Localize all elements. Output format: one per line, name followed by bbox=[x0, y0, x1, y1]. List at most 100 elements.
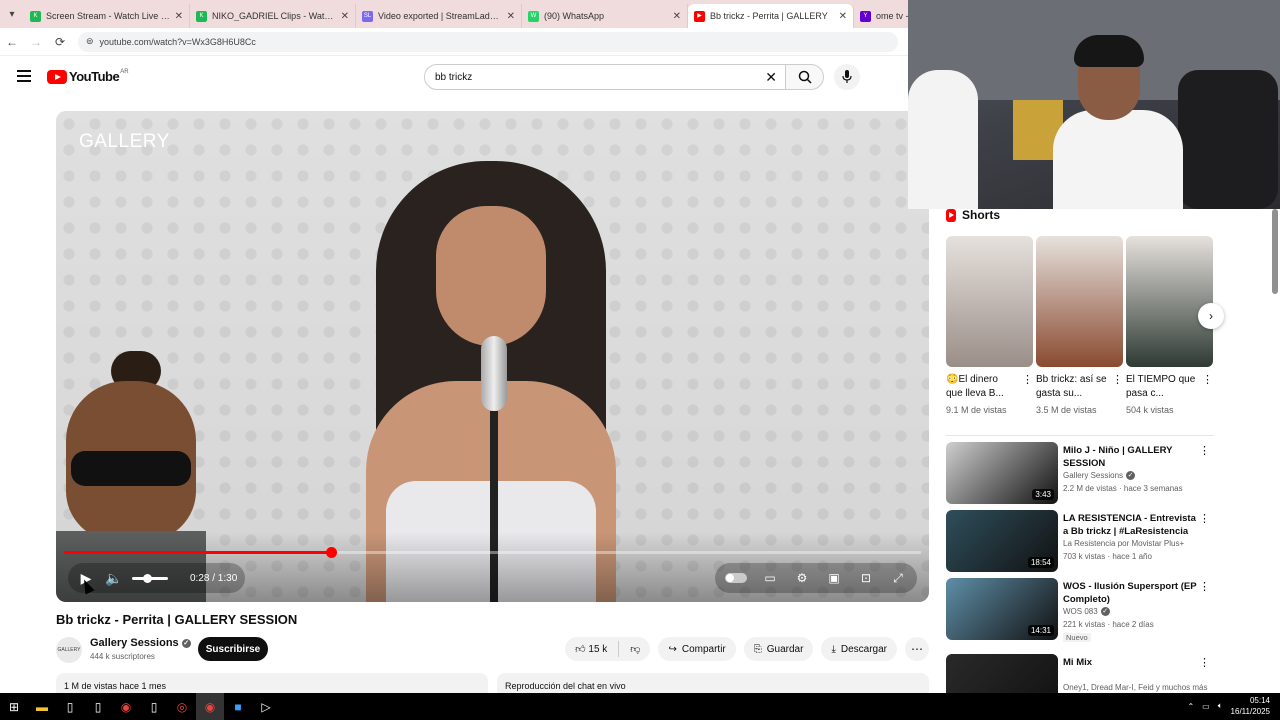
dislike-button[interactable]: 👎︎ bbox=[630, 643, 640, 655]
media-player-icon[interactable]: ▷ bbox=[252, 693, 280, 720]
video-thumbnail[interactable]: 18:54 bbox=[946, 510, 1058, 572]
search-button[interactable] bbox=[786, 64, 824, 90]
video-more-icon[interactable]: ⋮ bbox=[1199, 444, 1210, 457]
tab-close-icon[interactable]: ✕ bbox=[673, 11, 681, 22]
browser-tab[interactable]: K Screen Stream - Watch Live on ✕ bbox=[24, 4, 190, 28]
page-scrollbar[interactable] bbox=[1272, 209, 1278, 294]
chrome-icon[interactable]: ◉ bbox=[112, 693, 140, 720]
short-thumbnail[interactable] bbox=[946, 236, 1033, 367]
clock[interactable]: 05:14 16/11/2025 bbox=[1231, 695, 1270, 717]
tab-search-chevron-icon[interactable]: ▾ bbox=[0, 0, 24, 28]
voice-search-button[interactable] bbox=[834, 64, 860, 90]
share-arrow-icon: ↪ bbox=[668, 643, 677, 655]
miniplayer-icon[interactable]: ▣ bbox=[825, 571, 843, 585]
divider bbox=[946, 435, 1214, 436]
url-field[interactable]: ⊜ youtube.com/watch?v=Wx3G8H6U8Cc bbox=[78, 31, 898, 52]
search-input[interactable]: bb trickz ✕ bbox=[424, 64, 786, 90]
progress-bar[interactable] bbox=[64, 547, 921, 558]
verified-check-icon: ✓ bbox=[1100, 607, 1110, 617]
tab-close-icon[interactable]: ✕ bbox=[839, 11, 847, 22]
short-thumbnail[interactable] bbox=[1036, 236, 1123, 367]
share-button[interactable]: ↪ Compartir bbox=[658, 637, 736, 661]
short-thumbnail[interactable] bbox=[1126, 236, 1213, 367]
like-dislike-group: 👍︎ 15 k 👎︎ bbox=[565, 637, 651, 661]
recommended-video[interactable]: 18:54 LA RESISTENCIA - Entrevista a Bb t… bbox=[946, 510, 1216, 572]
download-button[interactable]: ⤓ Descargar bbox=[821, 637, 897, 661]
video-actions: 👍︎ 15 k 👎︎ ↪ Compartir ⎘ Guardar ⤓ Descarga… bbox=[565, 637, 929, 661]
volume-slider[interactable] bbox=[132, 573, 168, 583]
like-button[interactable]: 👍︎ 15 k bbox=[575, 643, 607, 655]
channel-avatar[interactable]: GALLERY bbox=[56, 637, 82, 663]
progress-scrubber[interactable] bbox=[325, 547, 337, 558]
document-icon[interactable]: ▯ bbox=[140, 693, 168, 720]
youtube-logo-text: YouTube bbox=[69, 69, 120, 84]
tab-close-icon[interactable]: ✕ bbox=[507, 11, 515, 22]
video-meta: 221 k vistas · hace 2 días bbox=[1063, 620, 1154, 629]
recommended-video[interactable]: 14:31 WOS - Ilusión Supersport (EP Compl… bbox=[946, 578, 1216, 642]
shorts-shelf: 😳El dinero que lleva B... ⋮ 9.1 M de vist… bbox=[946, 236, 1213, 415]
volume-tray-icon[interactable]: 🔈︎ bbox=[1218, 701, 1223, 711]
browser-tab[interactable]: K NIKO_GADRIEL Clips - Watch Li ✕ bbox=[190, 4, 356, 28]
short-item[interactable]: 😳El dinero que lleva B... ⋮ 9.1 M de vist… bbox=[946, 236, 1033, 415]
autoplay-toggle[interactable] bbox=[725, 573, 747, 583]
verified-check-icon: ✓ bbox=[181, 638, 191, 648]
fullscreen-icon[interactable]: ⤢ bbox=[889, 571, 907, 586]
video-player[interactable]: GALLERY ▶ 🔈 0:28 / 1:30 ▭ ⚙ ▣ ⊡ ⤢ bbox=[56, 111, 929, 602]
description-box[interactable]: 1 M de vistas hace 1 mes bbox=[56, 673, 488, 693]
save-button[interactable]: ⎘ Guardar bbox=[743, 637, 814, 661]
short-views: 3.5 M de vistas bbox=[1036, 405, 1097, 415]
video-more-icon[interactable]: ⋮ bbox=[1199, 580, 1210, 593]
browser-tab[interactable]: SL Video exported | StreamLadder ✕ bbox=[356, 4, 522, 28]
document-icon[interactable]: ▯ bbox=[56, 693, 84, 720]
clock-time: 05:14 bbox=[1249, 696, 1270, 705]
settings-gear-icon[interactable]: ⚙ bbox=[793, 571, 811, 585]
video-thumbnail[interactable]: 3:43 bbox=[946, 442, 1058, 504]
back-arrow-icon[interactable]: ← bbox=[0, 35, 24, 49]
document-icon[interactable]: ▯ bbox=[84, 693, 112, 720]
short-more-icon[interactable]: ⋮ bbox=[1202, 373, 1213, 387]
short-item[interactable]: El TIEMPO que pasa c... ⋮ 504 k vistas bbox=[1126, 236, 1213, 415]
youtube-logo[interactable]: YouTube AR bbox=[47, 69, 129, 84]
subtitles-icon[interactable]: ▭ bbox=[761, 571, 779, 585]
video-thumbnail[interactable]: 14:31 bbox=[946, 578, 1058, 640]
tab-title: NIKO_GADRIEL Clips - Watch Li bbox=[212, 11, 337, 21]
menu-hamburger-icon[interactable] bbox=[17, 70, 31, 85]
short-more-icon[interactable]: ⋮ bbox=[1022, 373, 1033, 387]
tray-expand-chevron-icon[interactable]: ⌃ bbox=[1187, 702, 1194, 711]
cast-icon[interactable]: ⊡ bbox=[857, 571, 875, 585]
short-views: 9.1 M de vistas bbox=[946, 405, 1007, 415]
channel-name-text: Oney1, Dread Mar-I, Feid y muchos más bbox=[1063, 683, 1208, 692]
tab-close-icon[interactable]: ✕ bbox=[175, 11, 183, 22]
file-explorer-icon[interactable]: ▬ bbox=[28, 693, 56, 720]
short-item[interactable]: Bb trickz: así se gasta su... ⋮ 3.5 M de … bbox=[1036, 236, 1123, 415]
progress-fill bbox=[64, 551, 331, 554]
short-more-icon[interactable]: ⋮ bbox=[1112, 373, 1123, 387]
app-icon[interactable]: ■ bbox=[224, 693, 252, 720]
windows-taskbar: ⊞ ▬ ▯ ▯ ◉ ▯ ◎ ◉ ■ ▷ ⌃ ▭ 🔈︎ 05:14 16/11/2… bbox=[0, 693, 1280, 720]
network-icon[interactable]: ▭ bbox=[1202, 702, 1210, 711]
shorts-next-chevron-icon[interactable]: › bbox=[1198, 303, 1224, 329]
tab-close-icon[interactable]: ✕ bbox=[341, 11, 349, 22]
recorder-icon[interactable]: ◎ bbox=[168, 693, 196, 720]
shorts-heading: Shorts bbox=[946, 207, 1000, 223]
clear-search-icon[interactable]: ✕ bbox=[765, 69, 777, 86]
live-chat-replay[interactable]: Reproducción del chat en vivo bbox=[497, 673, 929, 693]
volume-icon[interactable]: 🔈 bbox=[104, 570, 124, 587]
site-info-icon[interactable]: ⊜ bbox=[86, 36, 94, 47]
video-more-icon[interactable]: ⋮ bbox=[1199, 512, 1210, 525]
search-query-text: bb trickz bbox=[435, 71, 473, 83]
forward-arrow-icon[interactable]: → bbox=[24, 35, 48, 49]
subscribe-button[interactable]: Suscribirse bbox=[198, 637, 268, 661]
browser-tab[interactable]: W (90) WhatsApp ✕ bbox=[522, 4, 688, 28]
short-title: 😳El dinero que lleva B... bbox=[946, 374, 1004, 399]
video-title: WOS - Ilusión Supersport (EP Completo) bbox=[1063, 581, 1197, 605]
more-actions-button[interactable]: ⋯ bbox=[905, 637, 929, 661]
browser-tab[interactable]: ▶ Bb trickz - Perrita | GALLERY ✕ bbox=[688, 4, 854, 28]
reload-icon[interactable]: ⟳ bbox=[48, 35, 72, 49]
tab-favicon-icon: SL bbox=[362, 10, 373, 22]
chrome-active-icon[interactable]: ◉ bbox=[196, 693, 224, 720]
windows-start-icon[interactable]: ⊞ bbox=[0, 693, 28, 720]
video-more-icon[interactable]: ⋮ bbox=[1199, 656, 1210, 669]
channel-name[interactable]: Gallery Sessions ✓ bbox=[90, 637, 191, 649]
recommended-video[interactable]: 3:43 Milo J - Niño | GALLERY SESSION Gal… bbox=[946, 442, 1216, 504]
